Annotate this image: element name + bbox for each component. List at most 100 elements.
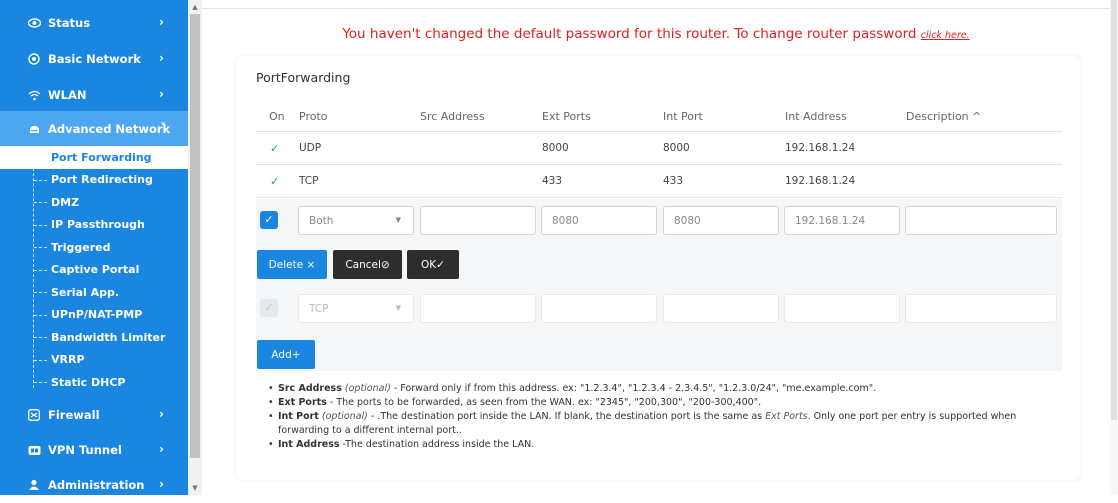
add-button[interactable]: Add+ [257,340,315,369]
sidebar-item-vpn-tunnel[interactable]: VPN Tunnel › [0,432,188,468]
help-term: Int Address [278,439,340,450]
sidebar: Status › Basic Network › WLAN › Advanced… [0,0,188,495]
description-input[interactable] [905,206,1057,235]
column-header-on: On [269,110,285,123]
help-qualifier: (optional) [321,411,368,422]
row-int-port[interactable]: 8000 [663,142,690,154]
help-item: Src Address (optional) - Forward only if… [268,382,1058,396]
change-password-link[interactable]: click here. [921,30,970,41]
sidebar-item-label: Firewall [48,408,100,422]
help-text: -The destination address inside the LAN. [339,439,535,450]
help-item: Ext Ports - The ports to be forwarded, a… [268,396,1058,410]
tree-tick [34,179,47,181]
sidebar-subitem-ip-passthrough[interactable]: IP Passthrough [0,214,188,237]
help-term: Src Address [278,383,342,394]
column-header-description[interactable]: Description ^ [906,110,981,123]
tree-tick [34,269,47,271]
chevron-right-icon: › [159,51,164,65]
column-header-ext-ports: Ext Ports [542,110,591,123]
help-term: Int Port [278,411,319,422]
sidebar-subitem-port-redirecting[interactable]: Port Redirecting [0,169,188,192]
sidebar-scrollbar[interactable]: ▲ ▼ [188,0,202,495]
int-address-input[interactable]: 192.168.1.24 [784,206,900,235]
new-proto-select[interactable]: TCP ▼ [298,294,414,323]
new-ext-ports-input[interactable] [541,294,657,323]
tree-tick [34,314,47,316]
sidebar-item-label: WLAN [48,88,87,102]
sidebar-subitem-port-forwarding[interactable]: Port Forwarding [0,146,188,169]
page-scrollbar[interactable] [1110,0,1118,495]
proto-select[interactable]: Both ▼ [298,206,414,235]
row-int-address[interactable]: 192.168.1.24 [785,142,855,154]
sidebar-subitem-captive-portal[interactable]: Captive Portal [0,259,188,282]
scroll-thumb[interactable] [190,14,200,458]
help-text: - The ports to be forwarded, as seen fro… [326,397,762,408]
tunnel-icon [27,445,41,456]
add-row [256,329,1062,371]
user-admin-icon [27,479,41,491]
password-warning-banner: You haven't changed the default password… [202,26,1110,42]
help-emphasis: Ext Ports [765,411,808,422]
sidebar-subitem-upnp-nat-pmp[interactable]: UPnP/NAT-PMP [0,304,188,327]
wifi-icon [27,90,41,101]
ok-button[interactable]: OK✓ [407,250,459,279]
new-description-input[interactable] [905,294,1057,323]
row-int-address[interactable]: 192.168.1.24 [785,175,855,187]
scroll-up-icon[interactable]: ▲ [188,0,202,14]
chevron-right-icon: › [159,87,164,101]
column-header-int-address[interactable]: Int Address [785,110,847,123]
sidebar-subitem-serial-app[interactable]: Serial App. [0,281,188,304]
sidebar-subitem-vrrp[interactable]: VRRP [0,349,188,372]
column-header-proto: Proto [299,110,328,123]
help-text: - .The destination port inside the LAN. … [367,411,766,422]
chevron-down-icon: ˅ [160,121,166,135]
row-proto[interactable]: UDP [299,142,321,154]
tree-tick [34,202,47,203]
sidebar-subitem-triggered[interactable]: Triggered [0,236,188,259]
enabled-check-icon: ✓ [270,142,280,155]
sidebar-item-advanced-network[interactable]: Advanced Network ˅ [0,111,188,147]
row-ext-ports[interactable]: 8000 [542,142,569,154]
tree-tick [34,337,47,338]
tree-tick [34,382,47,383]
warning-message: You haven't changed the default password… [342,26,917,42]
src-address-input[interactable] [420,206,536,235]
chevron-right-icon: › [159,15,164,29]
new-int-port-input[interactable] [663,294,779,323]
proto-select-value: Both [309,214,334,227]
tree-tick [34,359,47,361]
row-proto[interactable]: TCP [299,175,318,187]
tree-tick [34,157,47,158]
int-port-input[interactable]: 8080 [663,206,779,235]
shield-icon [27,409,41,421]
sidebar-item-label: VPN Tunnel [48,443,122,457]
help-qualifier: (optional) [344,383,391,394]
help-text: - Forward only if from this address. ex:… [390,383,877,394]
tree-tick [34,224,47,226]
new-int-address-input[interactable] [784,294,900,323]
new-src-address-input[interactable] [420,294,536,323]
page-scroll-thumb[interactable] [1111,0,1117,420]
enabled-check-icon: ✓ [270,175,280,188]
header-divider [202,8,1110,9]
sidebar-item-wlan[interactable]: WLAN › [0,77,188,113]
row-int-port[interactable]: 433 [663,175,683,187]
sidebar-item-basic-network[interactable]: Basic Network › [0,41,188,77]
sidebar-item-firewall[interactable]: Firewall › [0,397,188,433]
delete-button[interactable]: Delete × [257,250,327,279]
row-ext-ports[interactable]: 433 [542,175,562,187]
sidebar-item-status[interactable]: Status › [0,5,188,41]
panel-title: PortForwarding [256,70,351,85]
help-term: Ext Ports [278,397,327,408]
sidebar-subitem-bandwidth-limiter[interactable]: Bandwidth Limiter [0,326,188,349]
scroll-down-icon[interactable]: ▼ [188,481,202,495]
ext-ports-input[interactable]: 8080 [541,206,657,235]
new-on-checkbox[interactable]: ✓ [260,299,278,317]
sidebar-subitem-dmz[interactable]: DMZ [0,191,188,214]
dropdown-arrow-icon: ▼ [395,304,401,312]
row-divider [256,131,1062,132]
on-checkbox[interactable]: ✓ [260,211,278,229]
sidebar-subitem-static-dhcp[interactable]: Static DHCP [0,371,188,394]
cancel-button[interactable]: Cancel⊘ [333,250,402,279]
sidebar-item-administration[interactable]: Administration › [0,467,188,503]
